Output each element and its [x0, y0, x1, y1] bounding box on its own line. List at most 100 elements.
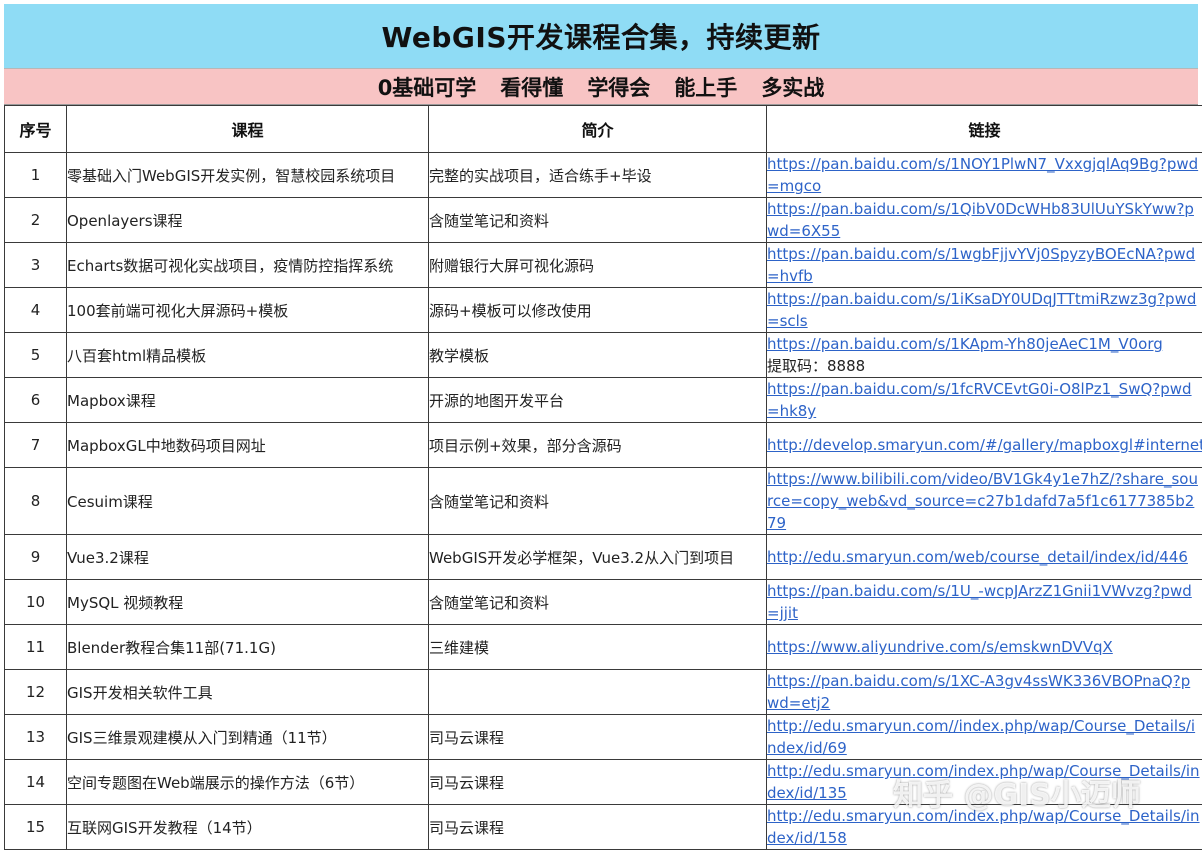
- cell-num[interactable]: 13: [5, 715, 67, 760]
- cell-num[interactable]: 4: [5, 288, 67, 333]
- header-course[interactable]: 课程: [67, 106, 429, 153]
- table-row: 8Cesuim课程含随堂笔记和资料https://www.bilibili.co…: [5, 468, 1202, 535]
- table-row: 7MapboxGL中地数码项目网址项目示例+效果，部分含源码http://dev…: [5, 423, 1202, 468]
- link-url[interactable]: https://www.bilibili.com/video/BV1Gk4y1e…: [767, 470, 1198, 532]
- table-row: 6Mapbox课程开源的地图开发平台https://pan.baidu.com/…: [5, 378, 1202, 423]
- link-url[interactable]: http://edu.smaryun.com//index.php/wap/Co…: [767, 717, 1195, 757]
- table-row: 9Vue3.2课程WebGIS开发必学框架，Vue3.2从入门到项目http:/…: [5, 535, 1202, 580]
- link-url[interactable]: https://pan.baidu.com/s/1wgbFjjvYVj0Spyz…: [767, 245, 1195, 285]
- cell-link[interactable]: http://edu.smaryun.com/web/course_detail…: [767, 535, 1202, 580]
- cell-course[interactable]: Echarts数据可视化实战项目，疫情防控指挥系统: [67, 243, 429, 288]
- table-row: 11Blender教程合集11部(71.1G)三维建模https://www.a…: [5, 625, 1202, 670]
- cell-num[interactable]: 15: [5, 805, 67, 850]
- header-row: 序号 课程 简介 链接: [5, 106, 1202, 153]
- header-num[interactable]: 序号: [5, 106, 67, 153]
- cell-course[interactable]: Vue3.2课程: [67, 535, 429, 580]
- link-url[interactable]: https://pan.baidu.com/s/1KApm-Yh80jeAeC1…: [767, 335, 1163, 353]
- table-row: 12GIS开发相关软件工具 https://pan.baidu.com/s/1XC…: [5, 670, 1202, 715]
- link-url[interactable]: http://edu.smaryun.com/web/course_detail…: [767, 548, 1188, 566]
- cell-link[interactable]: https://pan.baidu.com/s/1NOY1PlwN7_Vxxgj…: [767, 153, 1202, 198]
- cell-link[interactable]: https://pan.baidu.com/s/1QibV0DcWHb83UlU…: [767, 198, 1202, 243]
- table-row: 13GIS三维景观建模从入门到精通（11节）司马云课程http://edu.sm…: [5, 715, 1202, 760]
- cell-num[interactable]: 6: [5, 378, 67, 423]
- cell-course[interactable]: Mapbox课程: [67, 378, 429, 423]
- cell-course[interactable]: GIS开发相关软件工具: [67, 670, 429, 715]
- cell-link[interactable]: https://www.aliyundrive.com/s/emskwnDVVq…: [767, 625, 1202, 670]
- course-table: 序号 课程 简介 链接 1零基础入门WebGIS开发实例，智慧校园系统项目完整的…: [4, 105, 1202, 850]
- link-extra-text: 提取码：8888: [767, 357, 865, 375]
- cell-intro[interactable]: 项目示例+效果，部分含源码: [429, 423, 767, 468]
- cell-num[interactable]: 8: [5, 468, 67, 535]
- subtitle-item: 学得会: [587, 72, 650, 102]
- cell-num[interactable]: 12: [5, 670, 67, 715]
- cell-num[interactable]: 7: [5, 423, 67, 468]
- cell-intro[interactable]: [429, 670, 767, 715]
- cell-course[interactable]: MapboxGL中地数码项目网址: [67, 423, 429, 468]
- cell-num[interactable]: 9: [5, 535, 67, 580]
- cell-link[interactable]: https://pan.baidu.com/s/1KApm-Yh80jeAeC1…: [767, 333, 1202, 378]
- subtitle-item: 能上手: [674, 72, 737, 102]
- cell-link[interactable]: https://pan.baidu.com/s/1XC-A3gv4ssWK336…: [767, 670, 1202, 715]
- cell-course[interactable]: 100套前端可视化大屏源码+模板: [67, 288, 429, 333]
- cell-link[interactable]: http://develop.smaryun.com/#/gallery/map…: [767, 423, 1202, 468]
- cell-link[interactable]: https://pan.baidu.com/s/1U_-wcpJArzZ1Gni…: [767, 580, 1202, 625]
- cell-num[interactable]: 5: [5, 333, 67, 378]
- subtitle-item: 0基础可学: [378, 72, 477, 102]
- cell-num[interactable]: 3: [5, 243, 67, 288]
- cell-intro[interactable]: 含随堂笔记和资料: [429, 468, 767, 535]
- cell-intro[interactable]: 开源的地图开发平台: [429, 378, 767, 423]
- cell-link[interactable]: https://www.bilibili.com/video/BV1Gk4y1e…: [767, 468, 1202, 535]
- cell-course[interactable]: 零基础入门WebGIS开发实例，智慧校园系统项目: [67, 153, 429, 198]
- table-row: 2Openlayers课程含随堂笔记和资料https://pan.baidu.c…: [5, 198, 1202, 243]
- cell-link[interactable]: http://edu.smaryun.com//index.php/wap/Co…: [767, 715, 1202, 760]
- cell-num[interactable]: 11: [5, 625, 67, 670]
- cell-link[interactable]: https://pan.baidu.com/s/1wgbFjjvYVj0Spyz…: [767, 243, 1202, 288]
- link-url[interactable]: https://pan.baidu.com/s/1fcRVCEvtG0i-O8l…: [767, 380, 1192, 420]
- cell-num[interactable]: 1: [5, 153, 67, 198]
- cell-course[interactable]: Cesuim课程: [67, 468, 429, 535]
- spreadsheet: WebGIS开发课程合集，持续更新 0基础可学 看得懂 学得会 能上手 多实战 …: [0, 0, 1202, 838]
- cell-intro[interactable]: 含随堂笔记和资料: [429, 198, 767, 243]
- link-url[interactable]: https://pan.baidu.com/s/1iKsaDY0UDqJTTtm…: [767, 290, 1196, 330]
- table-row: 1零基础入门WebGIS开发实例，智慧校园系统项目完整的实战项目，适合练手+毕设…: [5, 153, 1202, 198]
- cell-course[interactable]: MySQL 视频教程: [67, 580, 429, 625]
- cell-intro[interactable]: 司马云课程: [429, 760, 767, 805]
- table-row: 3Echarts数据可视化实战项目，疫情防控指挥系统附赠银行大屏可视化源码htt…: [5, 243, 1202, 288]
- cell-course[interactable]: 空间专题图在Web端展示的操作方法（6节）: [67, 760, 429, 805]
- table-row: 10MySQL 视频教程含随堂笔记和资料https://pan.baidu.co…: [5, 580, 1202, 625]
- cell-course[interactable]: 八百套html精品模板: [67, 333, 429, 378]
- link-url[interactable]: http://develop.smaryun.com/#/gallery/map…: [767, 436, 1202, 454]
- cell-course[interactable]: 互联网GIS开发教程（14节）: [67, 805, 429, 850]
- cell-course[interactable]: Blender教程合集11部(71.1G): [67, 625, 429, 670]
- cell-link[interactable]: https://pan.baidu.com/s/1iKsaDY0UDqJTTtm…: [767, 288, 1202, 333]
- cell-num[interactable]: 14: [5, 760, 67, 805]
- cell-intro[interactable]: 含随堂笔记和资料: [429, 580, 767, 625]
- link-url[interactable]: https://pan.baidu.com/s/1QibV0DcWHb83UlU…: [767, 200, 1194, 240]
- watermark: 知乎 @GIS小迈师: [893, 770, 1141, 814]
- subtitle-item: 看得懂: [500, 72, 563, 102]
- cell-num[interactable]: 10: [5, 580, 67, 625]
- table-row: 4100套前端可视化大屏源码+模板源码+模板可以修改使用https://pan.…: [5, 288, 1202, 333]
- cell-intro[interactable]: 完整的实战项目，适合练手+毕设: [429, 153, 767, 198]
- cell-num[interactable]: 2: [5, 198, 67, 243]
- link-url[interactable]: https://pan.baidu.com/s/1U_-wcpJArzZ1Gni…: [767, 582, 1192, 622]
- header-link[interactable]: 链接: [767, 106, 1202, 153]
- cell-intro[interactable]: 源码+模板可以修改使用: [429, 288, 767, 333]
- table-body: 1零基础入门WebGIS开发实例，智慧校园系统项目完整的实战项目，适合练手+毕设…: [5, 153, 1202, 850]
- cell-link[interactable]: https://pan.baidu.com/s/1fcRVCEvtG0i-O8l…: [767, 378, 1202, 423]
- cell-course[interactable]: Openlayers课程: [67, 198, 429, 243]
- cell-intro[interactable]: 附赠银行大屏可视化源码: [429, 243, 767, 288]
- cell-intro[interactable]: 教学模板: [429, 333, 767, 378]
- cell-intro[interactable]: 三维建模: [429, 625, 767, 670]
- table-row: 5八百套html精品模板教学模板https://pan.baidu.com/s/…: [5, 333, 1202, 378]
- link-url[interactable]: https://pan.baidu.com/s/1XC-A3gv4ssWK336…: [767, 672, 1190, 712]
- header-intro[interactable]: 简介: [429, 106, 767, 153]
- cell-course[interactable]: GIS三维景观建模从入门到精通（11节）: [67, 715, 429, 760]
- cell-intro[interactable]: 司马云课程: [429, 805, 767, 850]
- sheet-title: WebGIS开发课程合集，持续更新: [4, 4, 1198, 69]
- cell-intro[interactable]: WebGIS开发必学框架，Vue3.2从入门到项目: [429, 535, 767, 580]
- sheet-subtitle: 0基础可学 看得懂 学得会 能上手 多实战: [4, 69, 1198, 105]
- link-url[interactable]: https://www.aliyundrive.com/s/emskwnDVVq…: [767, 638, 1113, 656]
- cell-intro[interactable]: 司马云课程: [429, 715, 767, 760]
- link-url[interactable]: https://pan.baidu.com/s/1NOY1PlwN7_Vxxgj…: [767, 155, 1198, 195]
